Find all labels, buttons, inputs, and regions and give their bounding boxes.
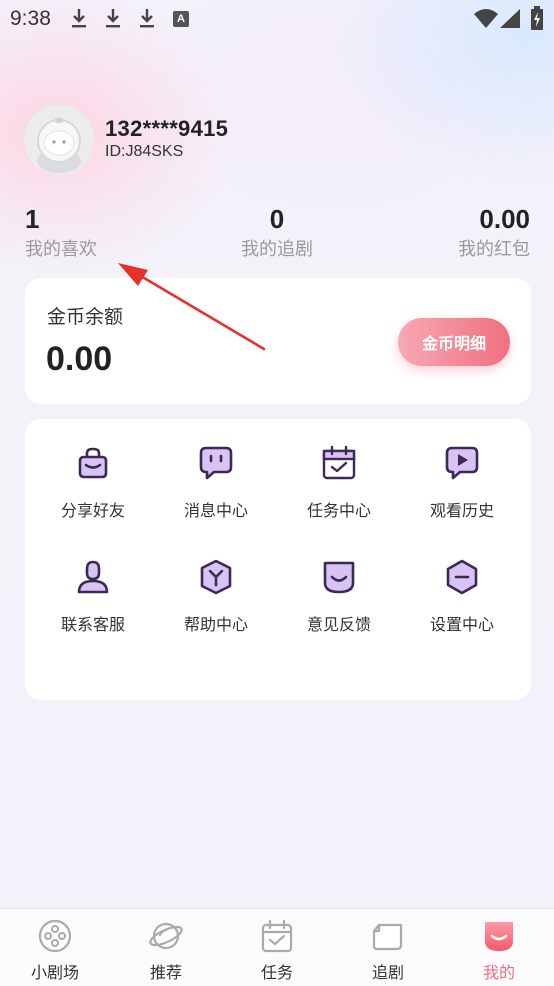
customer-service-icon <box>77 560 109 594</box>
menu-item-task-center[interactable]: 任务中心 <box>279 419 399 520</box>
stat-likes-label: 我的喜欢 <box>25 239 97 260</box>
profile-icon <box>485 922 513 951</box>
wifi-icon <box>474 9 498 28</box>
menu-item-help-center[interactable]: 帮助中心 <box>156 533 276 634</box>
settings-icon <box>446 559 478 595</box>
menu-item-label: 任务中心 <box>306 501 371 520</box>
planet-icon <box>149 922 183 950</box>
status-time: 9:38 <box>10 7 51 30</box>
signal-icon <box>500 9 520 28</box>
nav-label: 任务 <box>260 963 293 982</box>
stat-following-value: 0 <box>269 204 285 234</box>
coin-balance-card: 金币余额 0.00 金币明细 <box>25 278 531 404</box>
battery-icon <box>531 6 543 30</box>
stat-red-packet-value: 0.00 <box>479 204 530 234</box>
menu-item-message-center[interactable]: 消息中心 <box>156 419 276 520</box>
nav-item-task[interactable]: 任务 <box>222 909 332 986</box>
stat-following-label: 我的追剧 <box>241 239 313 260</box>
nav-label: 我的 <box>482 963 515 982</box>
download-icon <box>72 9 86 28</box>
menu-item-label: 设置中心 <box>429 615 494 634</box>
menu-item-label: 观看历史 <box>429 501 494 520</box>
nav-label: 小剧场 <box>30 963 79 982</box>
nav-label: 推荐 <box>149 963 182 982</box>
bottom-nav: 小剧场 推荐 任务 追剧 我的 <box>0 908 554 986</box>
task-calendar-icon <box>322 445 356 480</box>
stat-following-dramas[interactable]: 0 我的追剧 <box>227 203 327 263</box>
download-icon <box>140 9 154 28</box>
menu-item-label: 联系客服 <box>60 615 125 634</box>
menu-item-customer-service[interactable]: 联系客服 <box>33 533 153 634</box>
user-id: ID:J84SKS <box>105 143 184 160</box>
avatar[interactable] <box>24 105 94 175</box>
a-icon: A <box>173 11 189 27</box>
menu-item-share-friends[interactable]: 分享好友 <box>33 419 153 520</box>
message-icon <box>199 446 233 480</box>
coin-balance-title: 金币余额 <box>47 306 124 328</box>
share-bag-icon <box>78 447 108 479</box>
coin-details-button[interactable]: 金币明细 <box>398 318 510 366</box>
stat-red-packet-label: 我的红包 <box>458 239 530 260</box>
nav-item-mine[interactable]: 我的 <box>444 909 554 986</box>
folder-icon <box>372 923 403 951</box>
menu-item-settings-center[interactable]: 设置中心 <box>402 533 522 634</box>
username: 132****9415 <box>105 116 229 141</box>
astronaut-avatar-icon <box>24 105 94 175</box>
nav-item-theater[interactable]: 小剧场 <box>0 909 110 986</box>
menu-item-label: 消息中心 <box>183 501 248 520</box>
menu-grid: 分享好友 消息中心 任务中心 观看历史 联系客服 帮助中心 意见反馈 设置中心 <box>25 419 531 700</box>
nav-item-recommend[interactable]: 推荐 <box>111 909 221 986</box>
nav-label: 追剧 <box>371 963 404 982</box>
help-icon <box>200 559 232 595</box>
menu-item-feedback[interactable]: 意见反馈 <box>279 533 399 634</box>
coin-balance-amount: 0.00 <box>46 340 113 378</box>
stat-likes[interactable]: 1 我的喜欢 <box>25 203 97 263</box>
menu-item-label: 帮助中心 <box>183 615 248 634</box>
menu-item-watch-history[interactable]: 观看历史 <box>402 419 522 520</box>
history-play-icon <box>445 446 479 480</box>
task-icon <box>261 919 293 953</box>
film-reel-icon <box>38 919 72 953</box>
menu-item-label: 分享好友 <box>60 501 125 520</box>
menu-item-label: 意见反馈 <box>306 615 371 634</box>
stat-red-packet[interactable]: 0.00 我的红包 <box>458 203 530 263</box>
status-bar: 9:38 A <box>0 0 554 40</box>
stat-likes-value: 1 <box>25 204 40 234</box>
nav-item-follow-drama[interactable]: 追剧 <box>333 909 443 986</box>
download-icon <box>106 9 120 28</box>
feedback-icon <box>323 561 355 594</box>
